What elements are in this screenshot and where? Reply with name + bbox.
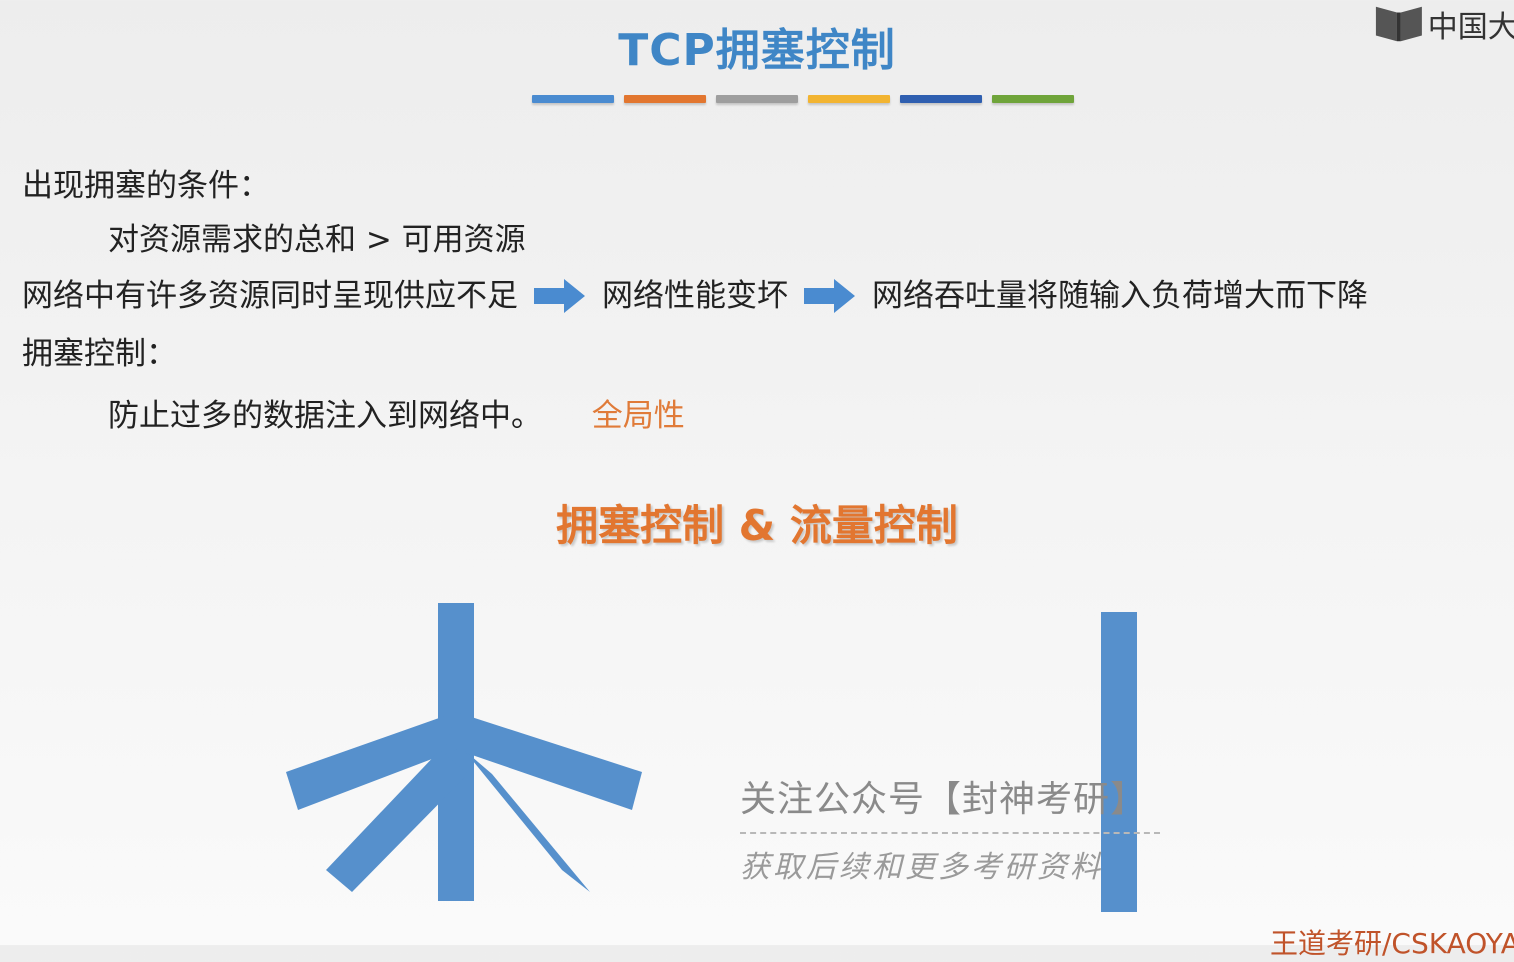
title-bar-2: [624, 95, 706, 103]
control-label: 拥塞控制：: [22, 336, 177, 372]
right-arrow-icon: [804, 279, 855, 313]
condition-text: 对资源需求的总和 > 可用资源: [108, 222, 526, 258]
control-tag: 全局性: [591, 398, 685, 434]
watermark-line-2: 获取后续和更多考研资料: [740, 850, 1103, 885]
title-bar-3: [716, 95, 798, 103]
title-bar-5: [900, 95, 982, 103]
condition-label: 出现拥塞的条件：: [22, 168, 270, 204]
title-bar-1: [532, 95, 614, 103]
title-color-bars: [532, 95, 1074, 103]
control-text-row: 防止过多的数据注入到网络中。 全局性: [108, 396, 685, 436]
flow-step-1: 网络中有许多资源同时呈现供应不足: [22, 278, 518, 314]
watermark-divider: [740, 832, 1160, 834]
logo: 中国大: [1374, 2, 1514, 46]
flow-step-2: 网络性能变坏: [602, 278, 788, 314]
global-network-diagram: [286, 603, 642, 901]
comparison-heading: 拥塞控制 & 流量控制: [556, 501, 958, 550]
right-arrow-icon: [534, 279, 585, 313]
control-text: 防止过多的数据注入到网络中。: [108, 398, 542, 434]
title-bar-4: [808, 95, 890, 103]
footer-credit: 王道考研/CSKAOYAN: [1270, 927, 1514, 960]
slide-title: TCP拥塞控制: [618, 25, 896, 76]
watermark-line-1: 关注公众号【封神考研】: [740, 779, 1148, 820]
congestion-flow: 网络中有许多资源同时呈现供应不足 网络性能变坏 网络吞吐量将随输入负荷增大而下降: [22, 276, 1368, 316]
book-icon: [1375, 6, 1422, 42]
logo-text: 中国大: [1427, 10, 1514, 45]
flow-step-3: 网络吞吐量将随输入负荷增大而下降: [872, 278, 1368, 314]
watermark: 关注公众号【封神考研】 获取后续和更多考研资料: [740, 770, 1160, 886]
title-bar-6: [992, 95, 1074, 103]
